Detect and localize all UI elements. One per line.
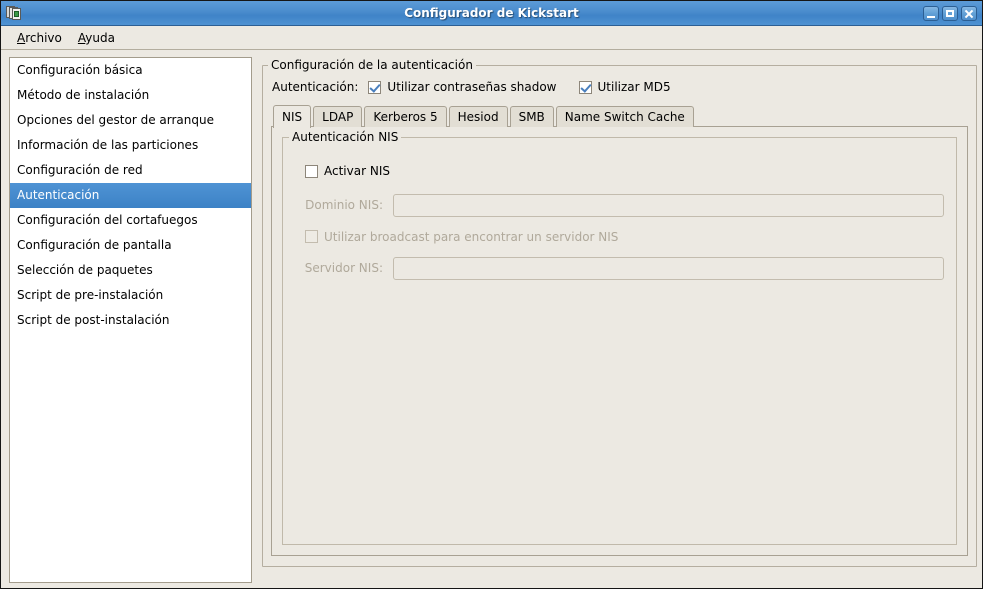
menu-ayuda[interactable]: Ayuda xyxy=(70,29,123,47)
workspace: Configuración básica Método de instalaci… xyxy=(1,51,982,588)
servidor-nis-input[interactable] xyxy=(393,256,944,280)
window-title: Configurador de Kickstart xyxy=(404,6,579,20)
content-pane: Configuración de la autenticación Autent… xyxy=(260,57,977,583)
sidebar-item-script-pre[interactable]: Script de pre-instalación xyxy=(10,283,251,308)
authentication-options-row: Autenticación: Utilizar contraseñas shad… xyxy=(272,80,968,94)
shadow-passwords-checkbox[interactable] xyxy=(368,80,382,94)
maximize-button[interactable] xyxy=(942,5,958,21)
minimize-button[interactable] xyxy=(923,5,939,21)
shadow-passwords-option[interactable]: Utilizar contraseñas shadow xyxy=(368,80,557,94)
broadcast-option: Utilizar broadcast para encontrar un ser… xyxy=(305,230,618,244)
shadow-passwords-label: Utilizar contraseñas shadow xyxy=(387,80,557,94)
menu-archivo[interactable]: Archivo xyxy=(9,29,70,47)
md5-option[interactable]: Utilizar MD5 xyxy=(578,80,671,94)
dominio-nis-input[interactable] xyxy=(393,193,944,217)
sidebar-item-metodo-instalacion[interactable]: Método de instalación xyxy=(10,83,251,108)
broadcast-row: Utilizar broadcast para encontrar un ser… xyxy=(293,230,946,244)
md5-label: Utilizar MD5 xyxy=(597,80,671,94)
authentication-frame-legend: Configuración de la autenticación xyxy=(268,58,476,72)
nis-frame-legend: Autenticación NIS xyxy=(289,130,402,144)
sidebar-list[interactable]: Configuración básica Método de instalaci… xyxy=(9,57,252,583)
activar-nis-option[interactable]: Activar NIS xyxy=(305,164,390,178)
kickstart-configurator-window: Configurador de Kickstart Archivo Ayuda … xyxy=(0,0,983,589)
dominio-nis-row: Dominio NIS: xyxy=(293,193,946,217)
menu-archivo-mnemonic: A xyxy=(17,30,26,45)
tab-name-switch-cache[interactable]: Name Switch Cache xyxy=(555,106,694,127)
tab-ldap[interactable]: LDAP xyxy=(313,106,363,127)
menu-ayuda-label: yuda xyxy=(85,30,115,45)
sidebar-item-cortafuegos[interactable]: Configuración del cortafuegos xyxy=(10,208,251,233)
sidebar-item-particiones[interactable]: Información de las particiones xyxy=(10,133,251,158)
title-bar: Configurador de Kickstart xyxy=(1,1,982,26)
activar-nis-row: Activar NIS xyxy=(305,164,946,181)
broadcast-checkbox xyxy=(305,230,318,243)
sidebar-item-paquetes[interactable]: Selección de paquetes xyxy=(10,258,251,283)
dominio-nis-label: Dominio NIS: xyxy=(305,198,383,212)
sidebar-item-script-post[interactable]: Script de post-instalación xyxy=(10,308,251,333)
sidebar-item-autenticacion[interactable]: Autenticación xyxy=(10,183,251,208)
close-button[interactable] xyxy=(961,5,977,21)
sidebar-item-configuracion-basica[interactable]: Configuración básica xyxy=(10,58,251,83)
nis-tab-panel: Autenticación NIS Activar NIS Dominio NI… xyxy=(271,126,968,556)
activar-nis-label: Activar NIS xyxy=(324,164,390,178)
md5-checkbox[interactable] xyxy=(578,80,592,94)
authentication-label: Autenticación: xyxy=(272,80,359,94)
tab-hesiod[interactable]: Hesiod xyxy=(448,106,508,127)
servidor-nis-label: Servidor NIS: xyxy=(304,261,383,275)
sidebar-item-gestor-arranque[interactable]: Opciones del gestor de arranque xyxy=(10,108,251,133)
activar-nis-checkbox[interactable] xyxy=(305,164,318,178)
kickstart-app-icon xyxy=(5,4,23,22)
tab-kerberos5[interactable]: Kerberos 5 xyxy=(364,106,447,127)
nis-authentication-frame: Autenticación NIS Activar NIS Dominio NI… xyxy=(282,130,957,545)
menu-bar: Archivo Ayuda xyxy=(1,26,982,50)
sidebar-item-pantalla[interactable]: Configuración de pantalla xyxy=(10,233,251,258)
sidebar-item-configuracion-red[interactable]: Configuración de red xyxy=(10,158,251,183)
tab-nis[interactable]: NIS xyxy=(273,105,312,128)
broadcast-label: Utilizar broadcast para encontrar un ser… xyxy=(324,229,619,244)
tab-smb[interactable]: SMB xyxy=(509,106,554,127)
servidor-nis-row: Servidor NIS: xyxy=(293,256,946,280)
authentication-frame: Configuración de la autenticación Autent… xyxy=(262,58,977,567)
window-controls xyxy=(923,5,977,21)
auth-tab-bar: NIS LDAP Kerberos 5 Hesiod SMB Name Swit… xyxy=(273,104,968,128)
menu-archivo-label: rchivo xyxy=(25,30,62,45)
